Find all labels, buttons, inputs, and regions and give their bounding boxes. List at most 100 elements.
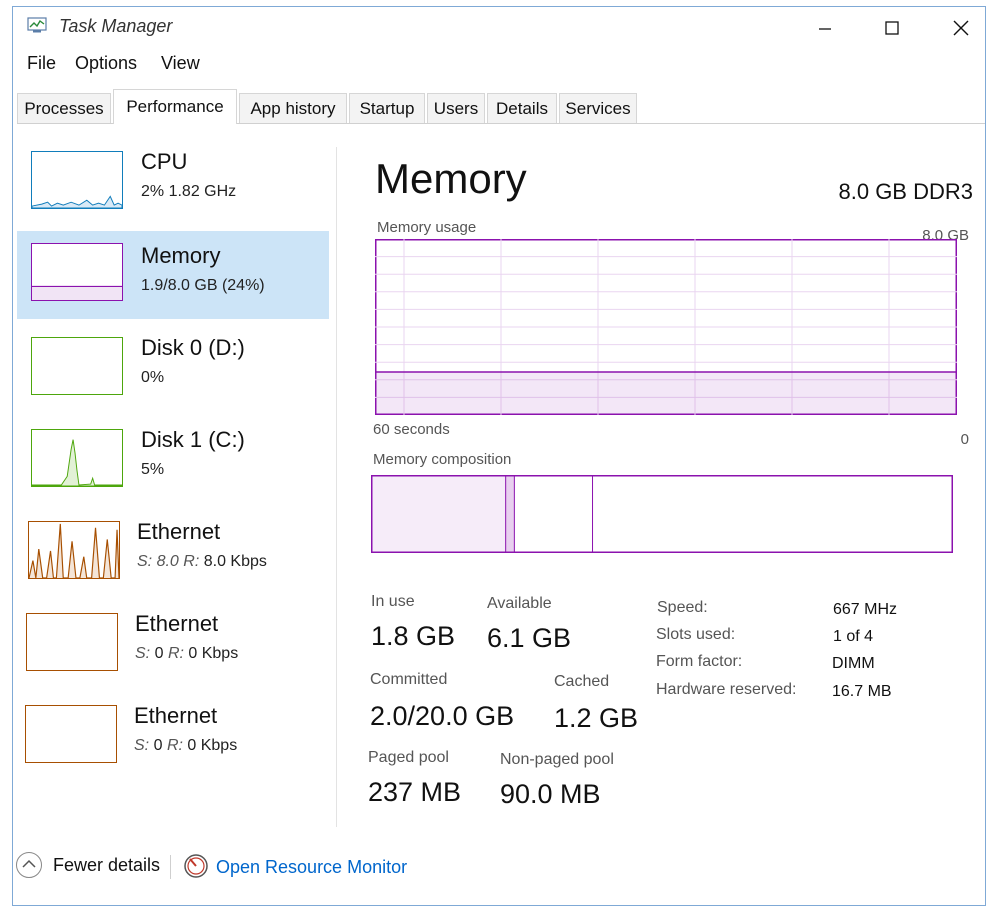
sidebar-title: Ethernet	[137, 519, 221, 544]
title-bar: Task Manager	[13, 7, 985, 47]
nonpaged-pool-value: 90.0 MB	[500, 779, 601, 809]
sidebar-title: Disk 1 (C:)	[141, 427, 245, 452]
sidebar-subtitle: 1.9/8.0 GB (24%)	[141, 277, 265, 294]
sidebar-subtitle: 0%	[141, 369, 165, 386]
tab-services[interactable]: Services	[559, 93, 637, 123]
menu-view[interactable]: View	[161, 53, 200, 74]
nonpaged-pool-label: Non-paged pool	[500, 751, 614, 768]
slots-value: 1 of 4	[833, 628, 874, 645]
usage-fill-area	[376, 371, 956, 414]
sidebar-item-cpu[interactable]: CPU 2% 1.82 GHz	[17, 137, 329, 225]
time-span-label: 60 seconds	[373, 421, 450, 438]
pane-divider[interactable]	[336, 147, 337, 827]
recv-value: 0 Kbps	[187, 737, 238, 754]
tab-processes[interactable]: Processes	[17, 93, 111, 123]
disk1-thumbnail-graph	[31, 429, 123, 487]
sidebar-title: Ethernet	[135, 611, 219, 636]
menu-file[interactable]: File	[27, 53, 56, 74]
available-value: 6.1 GB	[487, 623, 572, 653]
close-icon	[953, 20, 969, 36]
slots-label: Slots used:	[656, 626, 736, 643]
disk0-thumbnail-graph	[31, 337, 123, 395]
maximize-button[interactable]	[870, 13, 914, 43]
cpu-thumbnail-graph	[31, 151, 123, 209]
sidebar-item-disk1[interactable]: Disk 1 (C:) 5%	[17, 415, 329, 503]
ethernet2-thumbnail-graph	[26, 613, 118, 671]
memory-composition-label: Memory composition	[373, 451, 512, 468]
sidebar-subtitle: S: 0 R: 0 Kbps	[134, 737, 237, 755]
fewer-details-button[interactable]	[16, 852, 42, 878]
resource-list: CPU 2% 1.82 GHz Memory 1.9/8.0 GB (24%) …	[17, 137, 333, 827]
minimize-icon	[819, 28, 831, 30]
tab-details[interactable]: Details	[487, 93, 557, 123]
menu-options[interactable]: Options	[75, 53, 137, 74]
hardware-reserved-label: Hardware reserved:	[656, 681, 797, 698]
form-factor-value: DIMM	[832, 655, 875, 672]
footer-bar: Fewer details Open Resource Monitor	[13, 845, 985, 891]
sidebar-item-ethernet-3[interactable]: Ethernet S: 0 R: 0 Kbps	[17, 691, 329, 779]
sidebar-title: Ethernet	[134, 703, 218, 728]
sidebar-item-memory[interactable]: Memory 1.9/8.0 GB (24%)	[17, 231, 329, 319]
tab-startup[interactable]: Startup	[349, 93, 425, 123]
tab-users[interactable]: Users	[427, 93, 485, 123]
send-value: 8.0	[156, 553, 179, 570]
send-value: 0	[154, 645, 164, 662]
resource-monitor-icon	[184, 854, 208, 878]
tab-app-history[interactable]: App history	[239, 93, 347, 123]
sidebar-item-ethernet-1[interactable]: Ethernet S: 8.0 R: 8.0 Kbps	[17, 507, 329, 595]
cached-value: 1.2 GB	[554, 703, 639, 733]
memory-usage-label: Memory usage	[377, 219, 477, 236]
send-value: 0	[153, 737, 163, 754]
ethernet3-thumbnail-graph	[25, 705, 117, 763]
recv-label: R:	[166, 737, 183, 754]
committed-value: 2.0/20.0 GB	[370, 701, 515, 731]
speed-value: 667 MHz	[833, 601, 898, 618]
minimize-button[interactable]	[803, 13, 847, 43]
detail-title: Memory	[375, 155, 527, 202]
chevron-up-icon	[22, 859, 36, 868]
cached-label: Cached	[554, 673, 610, 690]
sidebar-item-ethernet-2[interactable]: Ethernet S: 0 R: 0 Kbps	[17, 599, 329, 687]
memory-spec: 8.0 GB DDR3	[838, 179, 974, 204]
task-manager-window: Task Manager File Options View Processes…	[12, 6, 986, 906]
open-resource-monitor-link[interactable]: Open Resource Monitor	[216, 857, 407, 878]
recv-value: 8.0 Kbps	[203, 553, 267, 570]
available-label: Available	[487, 595, 552, 612]
window-title: Task Manager	[59, 16, 173, 36]
fewer-details-link[interactable]: Fewer details	[53, 855, 160, 876]
in-use-value: 1.8 GB	[371, 621, 456, 651]
memory-usage-graph	[375, 239, 957, 415]
sidebar-title: Memory	[141, 243, 221, 268]
zero-label: 0	[960, 431, 969, 448]
send-label: S:	[134, 737, 150, 754]
hardware-reserved-value: 16.7 MB	[832, 683, 892, 700]
form-factor-label: Form factor:	[656, 653, 743, 670]
sidebar-title: CPU	[141, 149, 188, 174]
memory-detail-pane: Memory 8.0 GB DDR3 Memory usage 8.0 GB 6…	[353, 145, 973, 835]
ethernet1-thumbnail-graph	[28, 521, 120, 579]
memory-composition-bar	[371, 475, 953, 553]
sidebar-item-disk0[interactable]: Disk 0 (D:) 0%	[17, 323, 329, 411]
composition-in-use	[372, 476, 506, 552]
send-label: S:	[137, 553, 153, 570]
close-button[interactable]	[939, 13, 983, 43]
paged-pool-value: 237 MB	[368, 777, 462, 807]
sidebar-subtitle: S: 8.0 R: 8.0 Kbps	[137, 553, 267, 571]
in-use-label: In use	[371, 593, 415, 610]
speed-label: Speed:	[657, 599, 708, 616]
committed-label: Committed	[370, 671, 448, 688]
footer-separator	[170, 855, 171, 879]
maximize-icon	[885, 21, 899, 35]
recv-value: 0 Kbps	[188, 645, 239, 662]
recv-label: R:	[183, 553, 200, 570]
memory-thumbnail-graph	[31, 243, 123, 301]
task-manager-app-icon	[27, 17, 47, 33]
sidebar-subtitle: 2% 1.82 GHz	[141, 183, 237, 200]
send-label: S:	[135, 645, 151, 662]
sidebar-subtitle: S: 0 R: 0 Kbps	[135, 645, 238, 663]
tab-performance[interactable]: Performance	[113, 89, 237, 124]
tab-strip: Processes Performance App history Startu…	[17, 89, 985, 124]
sidebar-subtitle: 5%	[141, 461, 165, 478]
recv-label: R:	[167, 645, 184, 662]
paged-pool-label: Paged pool	[368, 749, 449, 766]
